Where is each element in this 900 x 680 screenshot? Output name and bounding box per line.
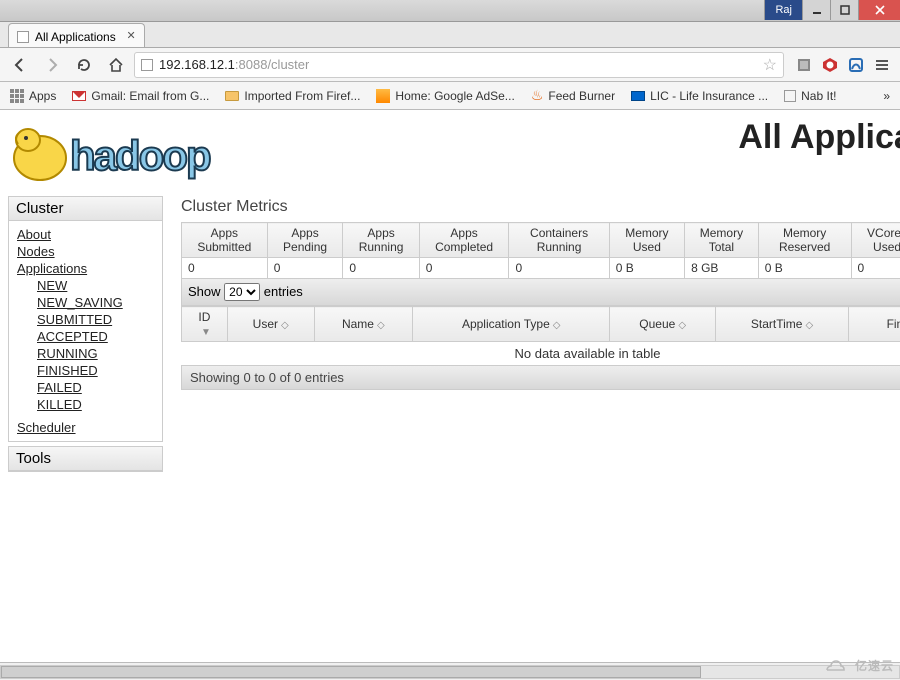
url-host: 192.168.12.1: [159, 57, 235, 72]
metrics-header[interactable]: Apps Submitted: [182, 223, 268, 258]
bookmark-adsense[interactable]: Home: Google AdSe...: [372, 86, 518, 106]
bookmark-lic[interactable]: LIC - Life Insurance ...: [627, 86, 772, 106]
url-input[interactable]: [309, 56, 762, 74]
cluster-metrics-heading: Cluster Metrics: [181, 198, 900, 216]
sidebar-link-scheduler[interactable]: Scheduler: [17, 420, 154, 435]
col-queue[interactable]: Queue◇: [610, 307, 716, 342]
bookmark-nabit[interactable]: Nab It!: [780, 86, 840, 106]
folder-icon: [225, 91, 239, 101]
bookmarks-bar: Apps Gmail: Email from G... Imported Fro…: [0, 82, 900, 110]
adblock-icon[interactable]: [818, 53, 842, 77]
sidebar-heading-cluster: Cluster: [9, 197, 162, 221]
col-type[interactable]: Application Type◇: [413, 307, 610, 342]
browser-tabstrip: All Applications ✕: [0, 22, 900, 48]
bookmarks-overflow[interactable]: »: [879, 86, 894, 106]
apps-label: Apps: [29, 89, 56, 103]
lic-icon: [631, 91, 645, 101]
os-user-badge: Raj: [764, 0, 802, 20]
gmail-icon: [72, 91, 86, 101]
menu-icon[interactable]: [870, 53, 894, 77]
metrics-header[interactable]: Memory Total: [685, 223, 759, 258]
col-finish[interactable]: FinishTime◇: [849, 307, 900, 342]
col-name[interactable]: Name◇: [314, 307, 413, 342]
forward-button[interactable]: [38, 52, 66, 78]
sidebar-heading-tools[interactable]: Tools: [9, 447, 162, 471]
sort-icon: ◇: [805, 320, 813, 331]
apps-shortcut[interactable]: Apps: [6, 86, 60, 106]
sidebar-link-killed[interactable]: KILLED: [17, 397, 154, 412]
minimize-button[interactable]: [802, 0, 830, 20]
metrics-header[interactable]: Apps Pending: [267, 223, 343, 258]
sidebar-link-new-saving[interactable]: NEW_SAVING: [17, 295, 154, 310]
sidebar-link-finished[interactable]: FINISHED: [17, 363, 154, 378]
flame-icon: ♨: [531, 87, 544, 104]
sidebar-link-failed[interactable]: FAILED: [17, 380, 154, 395]
back-button[interactable]: [6, 52, 34, 78]
metrics-header[interactable]: Apps Running: [343, 223, 419, 258]
metrics-header[interactable]: Apps Completed: [419, 223, 509, 258]
maximize-button[interactable]: [830, 0, 858, 20]
sort-icon: ◇: [281, 320, 289, 331]
metrics-header[interactable]: VCores Used: [851, 223, 900, 258]
sidebar-link-about[interactable]: About: [17, 227, 154, 242]
bookmark-feedburner[interactable]: ♨Feed Burner: [527, 84, 619, 107]
col-start[interactable]: StartTime◇: [715, 307, 848, 342]
sidebar-link-accepted[interactable]: ACCEPTED: [17, 329, 154, 344]
sidebar-link-submitted[interactable]: SUBMITTED: [17, 312, 154, 327]
os-titlebar: Raj: [0, 0, 900, 22]
page-icon: [17, 31, 29, 43]
main-panel: Cluster Metrics Apps Submitted Apps Pend…: [181, 196, 900, 390]
sidebar-link-nodes[interactable]: Nodes: [17, 244, 154, 259]
sort-icon: ◇: [377, 320, 385, 331]
metrics-row: 0 0 0 0 0 0 B 8 GB 0 B 0 8: [182, 258, 900, 279]
reload-button[interactable]: [70, 52, 98, 78]
sidebar-link-applications[interactable]: Applications: [17, 261, 154, 276]
table-length-control: Show 20 entries: [181, 279, 900, 306]
browser-navbar: 192.168.12.1:8088/cluster ☆: [0, 48, 900, 82]
sort-icon: ▼: [201, 327, 211, 338]
metrics-header[interactable]: Containers Running: [509, 223, 609, 258]
applications-table: ID▼ User◇ Name◇ Application Type◇ Queue◇…: [181, 306, 900, 365]
hadoop-logo: hadoop: [8, 118, 288, 188]
close-button[interactable]: [858, 0, 900, 20]
url-bar[interactable]: 192.168.12.1:8088/cluster ☆: [134, 52, 784, 78]
sort-icon: ◇: [678, 320, 686, 331]
page-size-select[interactable]: 20: [224, 283, 260, 301]
tab-title: All Applications: [35, 30, 116, 44]
url-path: :8088/cluster: [235, 57, 309, 72]
adsense-icon: [376, 89, 390, 103]
apps-grid-icon: [10, 89, 24, 103]
page-title: All Applications: [738, 118, 900, 157]
watermark: 亿速云: [821, 657, 894, 676]
metrics-header[interactable]: Memory Reserved: [758, 223, 851, 258]
sidebar-link-new[interactable]: NEW: [17, 278, 154, 293]
cluster-metrics-table: Apps Submitted Apps Pending Apps Running…: [181, 222, 900, 279]
bookmark-gmail[interactable]: Gmail: Email from G...: [68, 86, 213, 106]
col-id[interactable]: ID▼: [182, 307, 228, 342]
browser-tab[interactable]: All Applications ✕: [8, 23, 145, 47]
star-icon[interactable]: ☆: [763, 55, 777, 75]
sort-icon: ◇: [553, 320, 561, 331]
scroll-thumb[interactable]: [1, 666, 701, 678]
norton-icon[interactable]: [792, 53, 816, 77]
svg-text:hadoop: hadoop: [70, 132, 210, 179]
bookmark-imported[interactable]: Imported From Firef...: [221, 86, 364, 106]
metrics-header[interactable]: Memory Used: [609, 223, 684, 258]
page-icon: [784, 90, 796, 102]
sidebar-link-running[interactable]: RUNNING: [17, 346, 154, 361]
page-viewport: hadoop All Applications Cluster About No…: [0, 110, 900, 662]
tab-close-icon[interactable]: ✕: [127, 29, 136, 42]
no-data-row: No data available in table: [182, 342, 900, 366]
table-info: Showing 0 to 0 of 0 entries: [181, 365, 900, 390]
col-user[interactable]: User◇: [227, 307, 314, 342]
sidebar: Cluster About Nodes Applications NEW NEW…: [8, 196, 163, 476]
extension-icon[interactable]: [844, 53, 868, 77]
home-button[interactable]: [102, 52, 130, 78]
site-icon: [141, 59, 153, 71]
horizontal-scrollbar[interactable]: [0, 662, 900, 680]
